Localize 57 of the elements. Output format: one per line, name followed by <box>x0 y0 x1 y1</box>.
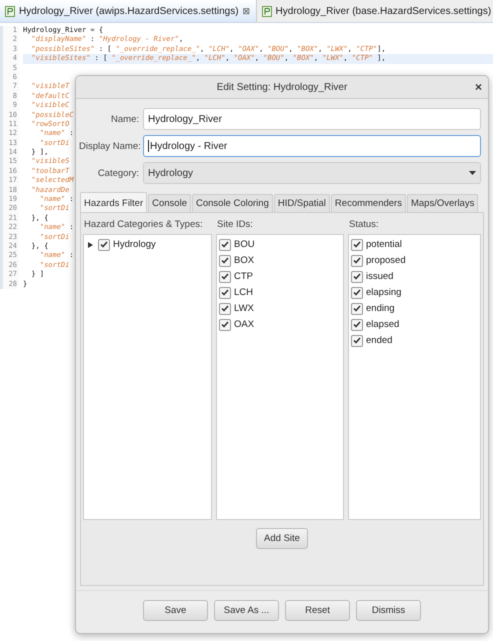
editor-tab[interactable]: Hydrology_River (base.HazardServices.settings) <box>256 0 493 22</box>
tab[interactable]: Console <box>148 194 191 212</box>
tab[interactable]: Hazards Filter <box>80 192 148 212</box>
file-icon <box>262 6 272 16</box>
file-icon <box>5 6 15 16</box>
item-label: elapsed <box>366 319 400 330</box>
dialog-button[interactable]: Save As ... <box>214 600 279 621</box>
add-site-button[interactable]: Add Site <box>256 528 308 549</box>
input-field[interactable]: Hydrology - River <box>143 135 481 157</box>
tab[interactable]: Maps/Overlays <box>406 194 478 212</box>
tab[interactable]: HID/Spatial <box>274 194 330 212</box>
item-label: issued <box>366 271 394 282</box>
column-header: Site IDs: <box>216 218 254 232</box>
item-label: CTP <box>234 271 253 282</box>
checkbox[interactable] <box>219 302 231 314</box>
checkbox[interactable] <box>351 270 363 282</box>
checkbox[interactable] <box>98 238 110 250</box>
tab[interactable]: Recommenders <box>330 194 406 212</box>
item-label: LCH <box>234 287 254 298</box>
dialog-title: Edit Setting: Hydrology_River <box>216 82 348 92</box>
category-dropdown[interactable]: Hydrology <box>143 162 481 184</box>
dialog-button[interactable]: Dismiss <box>356 600 421 621</box>
checkbox[interactable] <box>351 238 363 250</box>
checkbox[interactable] <box>219 286 231 298</box>
item-label: ending <box>366 303 395 314</box>
item-label: OAX <box>234 319 254 330</box>
checkbox[interactable] <box>219 238 231 250</box>
column-header: Status: <box>348 218 380 232</box>
checkbox[interactable] <box>351 318 363 330</box>
field-label: Category: <box>96 168 139 178</box>
checkbox[interactable] <box>351 334 363 346</box>
editor-tab[interactable]: Hydrology_River (awips.HazardServices.settings) ⊠ <box>0 0 257 22</box>
input-field[interactable]: Hydrology_River <box>143 108 481 130</box>
checkbox[interactable] <box>351 254 363 266</box>
dialog-button[interactable]: Reset <box>285 600 350 621</box>
item-label: ended <box>366 335 392 346</box>
column-header: Hazard Categories & Types: <box>83 218 204 232</box>
item-label: proposed <box>366 255 406 266</box>
item-label: BOX <box>234 255 254 266</box>
close-button[interactable]: × <box>474 80 482 94</box>
expand-triangle-icon[interactable] <box>88 242 93 248</box>
item-label: potential <box>366 239 402 250</box>
item-label: elapsing <box>366 287 402 298</box>
checkbox[interactable] <box>351 286 363 298</box>
dialog-button[interactable]: Save <box>143 600 208 621</box>
item-label: BOU <box>234 239 255 250</box>
checkbox[interactable] <box>351 302 363 314</box>
caret-icon <box>469 171 476 175</box>
checkbox[interactable] <box>219 318 231 330</box>
field-label: Display Name: <box>79 140 139 152</box>
item-label: LWX <box>234 303 254 314</box>
item-label: Hydrology <box>113 239 156 250</box>
checkbox[interactable] <box>219 254 231 266</box>
tab[interactable]: Console Coloring <box>192 194 273 212</box>
field-label: Name: <box>110 114 139 124</box>
checkbox[interactable] <box>219 270 231 282</box>
close-icon[interactable]: ⊠ <box>242 6 251 16</box>
